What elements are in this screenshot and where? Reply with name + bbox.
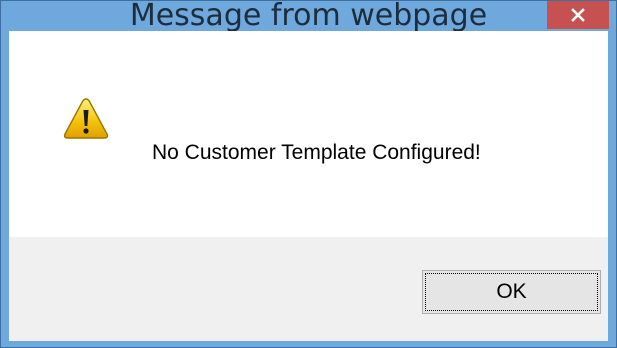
close-icon: [571, 8, 585, 22]
ok-button[interactable]: OK: [422, 270, 601, 314]
close-button[interactable]: [547, 1, 609, 29]
dialog-title: Message from webpage: [129, 0, 488, 33]
button-bar: OK: [9, 237, 608, 341]
dialog-window: Message from webpage No Customer Templat…: [0, 0, 617, 348]
title-bar[interactable]: Message from webpage: [1, 0, 616, 33]
message-text: No Customer Template Configured!: [152, 141, 481, 164]
warning-icon: [63, 97, 109, 140]
dialog-body: No Customer Template Configured! OK: [9, 31, 608, 341]
ok-button-label: OK: [496, 280, 527, 303]
message-panel: No Customer Template Configured!: [9, 31, 608, 237]
